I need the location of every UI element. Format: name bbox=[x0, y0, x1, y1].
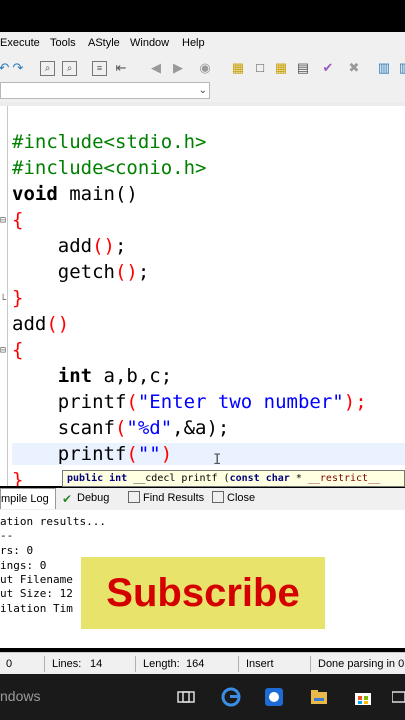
bookmark-back-icon[interactable]: ◀ bbox=[148, 60, 164, 76]
status-mode: Insert bbox=[246, 658, 274, 670]
code-line-8: add() bbox=[12, 313, 70, 335]
taskbar: ndows bbox=[0, 674, 405, 720]
indent-icon[interactable]: ≡ bbox=[92, 61, 107, 76]
code-line-11: printf("Enter two number"); bbox=[12, 391, 367, 413]
code-line-5: add(); bbox=[12, 235, 127, 257]
text-cursor-icon: I bbox=[213, 452, 222, 468]
find-icon bbox=[128, 491, 140, 503]
fold-minus-icon[interactable]: ⊟ bbox=[0, 216, 7, 226]
tab-debug[interactable]: ✔ Debug bbox=[62, 488, 109, 509]
edge-browser-icon[interactable] bbox=[221, 687, 241, 707]
close-icon bbox=[212, 491, 224, 503]
unindent-icon[interactable]: ⇤ bbox=[113, 60, 129, 76]
status-divider bbox=[310, 656, 311, 672]
check-icon[interactable]: ✔ bbox=[320, 60, 336, 76]
mail-icon[interactable] bbox=[392, 687, 405, 707]
status-length-label: Length: bbox=[143, 658, 180, 670]
code-line-1: #include<stdio.h> bbox=[12, 131, 207, 153]
chart-icon-2[interactable]: ▥ bbox=[397, 60, 405, 76]
code-line-14: } bbox=[12, 469, 24, 486]
code-line-7: } bbox=[12, 287, 24, 309]
chevron-down-icon[interactable]: ⌄ bbox=[199, 83, 207, 98]
bookmark-forward-icon[interactable]: ▶ bbox=[170, 60, 186, 76]
fold-end-icon: └ bbox=[0, 295, 7, 306]
status-lines-label: Lines: bbox=[52, 658, 82, 670]
code-line-6: getch(); bbox=[12, 261, 150, 283]
check-icon: ✔ bbox=[62, 492, 73, 506]
log-line: ilation Tim bbox=[0, 602, 73, 615]
code-line-12: scanf("%d",&a); bbox=[12, 417, 230, 439]
status-col: 0 bbox=[6, 658, 13, 670]
stop-icon[interactable]: ✖ bbox=[346, 60, 362, 76]
log-line: ut Size: 12 bbox=[0, 587, 73, 600]
code-line-2: #include<conio.h> bbox=[12, 157, 207, 179]
status-message: Done parsing in 0. bbox=[318, 658, 405, 670]
code-line-4: { bbox=[12, 209, 24, 231]
taskbar-search-text[interactable]: ndows bbox=[0, 688, 40, 704]
status-divider bbox=[135, 656, 136, 672]
function-signature-tooltip: public int __cdecl printf (const char * … bbox=[62, 470, 405, 487]
tile-icon[interactable]: ▤ bbox=[295, 60, 311, 76]
log-line: -- bbox=[0, 529, 14, 542]
file-explorer-icon[interactable] bbox=[309, 687, 329, 707]
fold-minus-icon-2[interactable]: ⊟ bbox=[0, 346, 7, 356]
toolbar: ↶ ↷ ⌕ ⌕ ≡ ⇤ ◀ ▶ ◉ ▦ □ ▦ ▤ ✔ ✖ ▥ ▥ bbox=[0, 56, 405, 81]
fold-gutter bbox=[7, 106, 8, 486]
status-bar: 0 Lines: 14 Length: 164 Insert Done pars… bbox=[0, 652, 405, 675]
status-divider bbox=[238, 656, 239, 672]
status-length-value: 164 bbox=[186, 658, 205, 670]
menu-bar: Execute Tools AStyle Window Help bbox=[0, 32, 405, 56]
tab-find-results[interactable]: Find Results bbox=[128, 488, 204, 509]
menu-tools[interactable]: Tools bbox=[50, 37, 76, 49]
menu-execute[interactable]: Execute bbox=[0, 37, 40, 49]
layout-icon[interactable]: ▦ bbox=[230, 60, 246, 76]
code-line-10: int a,b,c; bbox=[12, 365, 173, 387]
toggle-icon[interactable]: ◉ bbox=[197, 60, 213, 76]
log-line: rs: 0 bbox=[0, 544, 34, 557]
class-combobox[interactable]: ⌄ bbox=[0, 82, 210, 99]
log-line: ut Filename bbox=[0, 573, 73, 586]
subscribe-label: Subscribe bbox=[106, 571, 300, 615]
code-editor[interactable]: #include<stdio.h> #include<conio.h> void… bbox=[0, 106, 405, 486]
menu-window[interactable]: Window bbox=[130, 37, 169, 49]
task-view-icon[interactable] bbox=[176, 687, 196, 707]
code-line-9: { bbox=[12, 339, 24, 361]
chart-icon[interactable]: ▥ bbox=[376, 60, 392, 76]
store-icon[interactable] bbox=[353, 687, 373, 707]
grid-icon[interactable]: ▦ bbox=[273, 60, 289, 76]
status-lines-value: 14 bbox=[90, 658, 103, 670]
close-tab-button[interactable]: Close bbox=[212, 488, 255, 509]
redo-icon[interactable]: ↷ bbox=[10, 60, 26, 76]
status-divider bbox=[44, 656, 45, 672]
log-line: ings: 0 bbox=[0, 559, 47, 572]
find-icon[interactable]: ⌕ bbox=[40, 61, 55, 76]
code-line-3: void main() bbox=[12, 183, 138, 205]
log-line: ation results... bbox=[0, 515, 106, 528]
code-line-13: printf("") bbox=[12, 443, 405, 465]
window-icon[interactable]: □ bbox=[252, 60, 268, 76]
menu-help[interactable]: Help bbox=[182, 37, 205, 49]
teamviewer-icon[interactable] bbox=[264, 687, 284, 707]
menu-astyle[interactable]: AStyle bbox=[88, 37, 120, 49]
output-tabs: mpile Log ✔ Debug Find Results Close bbox=[0, 488, 405, 511]
tab-compile-log[interactable]: mpile Log bbox=[0, 488, 56, 509]
replace-icon[interactable]: ⌕ bbox=[62, 61, 77, 76]
subscribe-banner[interactable]: Subscribe bbox=[81, 557, 325, 629]
